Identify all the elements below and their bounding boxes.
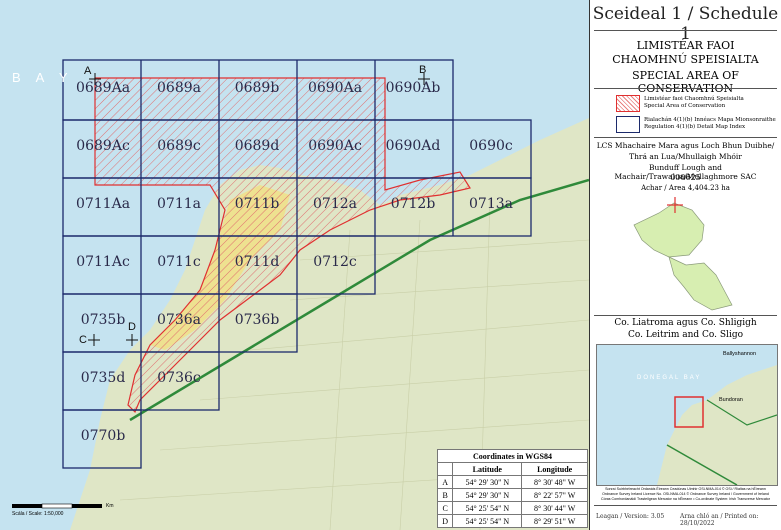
heading-ga-2: CHAOMHNÚ SPEISIALTA bbox=[612, 53, 759, 66]
coords-cell: 8° 30' 44" W bbox=[521, 501, 588, 515]
tile-label-0711c[interactable]: 0711c bbox=[140, 254, 218, 270]
tile-label-0711d[interactable]: 0711d bbox=[218, 254, 296, 270]
locator-map bbox=[633, 197, 733, 311]
printed-label: Arna chló an / Printed on: 28/10/2022 bbox=[680, 513, 759, 527]
coords-cell: 8° 22' 57" W bbox=[521, 488, 588, 502]
map-view[interactable]: B A Y 0689Aa 0689a 0689b 0690Aa 0690Ab 0689Ac… bbox=[0, 0, 589, 530]
tile-label-0690aa[interactable]: 0690Aa bbox=[296, 80, 374, 96]
inset-bay-label: DONEGAL BAY bbox=[637, 375, 702, 381]
coords-header bbox=[436, 462, 454, 476]
scale-bar bbox=[12, 503, 102, 509]
coords-cell: 8° 30' 48" W bbox=[521, 475, 588, 489]
legend-sac-text: Limistéar faoi Chaomhnú Speisialta Specia… bbox=[644, 96, 744, 109]
tile-label-0689ac[interactable]: 0689Ac bbox=[64, 138, 142, 154]
coords-row: C 54° 25' 54" N 8° 30' 44" W bbox=[436, 501, 588, 515]
inset-town-2: Bundoran bbox=[719, 397, 743, 403]
tile-label-0736b[interactable]: 0736b bbox=[218, 312, 296, 328]
site-name-2: Thrá an Lua/Mhullaigh Mhóir bbox=[629, 152, 742, 161]
tile-label-0736c[interactable]: 0736c bbox=[140, 370, 218, 386]
tile-label-0713a[interactable]: 0713a bbox=[452, 196, 530, 212]
point-d-label: D bbox=[128, 321, 136, 333]
tile-label-0712c[interactable]: 0712c bbox=[296, 254, 374, 270]
heading-en: SPECIAL AREA OF CONSERVATION bbox=[632, 69, 739, 95]
county-en: Co. Leitrim and Co. Sligo bbox=[628, 330, 743, 340]
legend-panel: Sceideal 1 / Schedule 1 LIMISTÉAR FAOI C… bbox=[589, 0, 781, 530]
tile-label-0690ad[interactable]: 0690Ad bbox=[374, 138, 452, 154]
divider bbox=[594, 88, 777, 89]
inset-map: DONEGAL BAY Ballyshannon Bundoran bbox=[596, 344, 778, 486]
coords-cell: B bbox=[436, 488, 454, 502]
coords-header: Latitude bbox=[452, 462, 523, 476]
coords-cell: C bbox=[436, 501, 454, 515]
tile-label-0770b[interactable]: 0770b bbox=[64, 428, 142, 444]
site-area: Achar / Area 4,404.23 ha bbox=[641, 184, 730, 192]
coords-cell: 54° 29' 30" N bbox=[452, 475, 523, 489]
coords-cell: 54° 25' 54" N bbox=[452, 501, 523, 515]
tile-label-0711a[interactable]: 0711a bbox=[140, 196, 218, 212]
tile-label-0690ab[interactable]: 0690Ab bbox=[374, 80, 452, 96]
point-a-label: A bbox=[84, 65, 92, 77]
county-ga: Co. Liatroma agus Co. Shligigh bbox=[614, 318, 757, 328]
coords-cell: A bbox=[436, 475, 454, 489]
coords-title: Coordinates in WGS84 bbox=[437, 449, 588, 463]
schedule-title: Sceideal 1 / Schedule 1 bbox=[592, 4, 779, 44]
coords-cell: 54° 25' 54" N bbox=[452, 514, 523, 528]
tile-label-0689d[interactable]: 0689d bbox=[218, 138, 296, 154]
divider bbox=[594, 30, 777, 31]
site-code: 000625 bbox=[670, 173, 701, 182]
point-b-label: B bbox=[419, 64, 427, 76]
point-c-label: C bbox=[79, 334, 87, 346]
tile-label-0689a[interactable]: 0689a bbox=[140, 80, 218, 96]
coords-row: D 54° 25' 54" N 8° 29' 51" W bbox=[436, 514, 588, 528]
tile-label-0690c[interactable]: 0690c bbox=[452, 138, 530, 154]
tile-label-0689c[interactable]: 0689c bbox=[140, 138, 218, 154]
coords-cell: 54° 29' 30" N bbox=[452, 488, 523, 502]
tile-label-0711aa[interactable]: 0711Aa bbox=[64, 196, 142, 212]
tile-label-0711ac[interactable]: 0711Ac bbox=[64, 254, 142, 270]
coordinates-table: Coordinates in WGS84 Latitude Longitude … bbox=[436, 449, 588, 528]
legend-grid-text: Rialachán 4(1)(b) Innéacs Mapa Mionsonra… bbox=[644, 117, 776, 130]
coords-cell: D bbox=[436, 514, 454, 528]
tile-label-0712b[interactable]: 0712b bbox=[374, 196, 452, 212]
inset-town-1: Ballyshannon bbox=[723, 351, 757, 357]
legend-grid-swatch bbox=[616, 116, 640, 133]
coords-header: Longitude bbox=[521, 462, 588, 476]
divider bbox=[594, 137, 777, 138]
tile-label-0712a[interactable]: 0712a bbox=[296, 196, 374, 212]
coords-cell: 8° 29' 51" W bbox=[521, 514, 588, 528]
tile-label-0690ac[interactable]: 0690Ac bbox=[296, 138, 374, 154]
tile-label-0711b[interactable]: 0711b bbox=[218, 196, 296, 212]
tile-label-0689aa[interactable]: 0689Aa bbox=[64, 80, 142, 96]
scale-label: Scála / Scale: 1:50,000 bbox=[12, 511, 64, 517]
site-name-1: LCS Mhachaire Mara agus Loch Bhun Duibhe… bbox=[596, 141, 775, 150]
scale-unit: Km bbox=[106, 503, 114, 509]
divider bbox=[594, 315, 777, 316]
heading-ga-1: LIMISTÉAR FAOI bbox=[636, 39, 735, 52]
tile-label-0735d[interactable]: 0735d bbox=[64, 370, 142, 386]
credits: Sonraí Suirbhéireacht Ordanáis Éireann C… bbox=[600, 487, 771, 501]
version-label: Leagan / Version: 3.05 bbox=[596, 513, 665, 520]
tile-label-0689b[interactable]: 0689b bbox=[218, 80, 296, 96]
tile-label-0736a[interactable]: 0736a bbox=[140, 312, 218, 328]
coords-row: B 54° 29' 30" N 8° 22' 57" W bbox=[436, 488, 588, 502]
coords-row: A 54° 29' 30" N 8° 30' 48" W bbox=[436, 475, 588, 489]
legend-sac-swatch bbox=[616, 95, 640, 112]
divider bbox=[594, 505, 777, 506]
